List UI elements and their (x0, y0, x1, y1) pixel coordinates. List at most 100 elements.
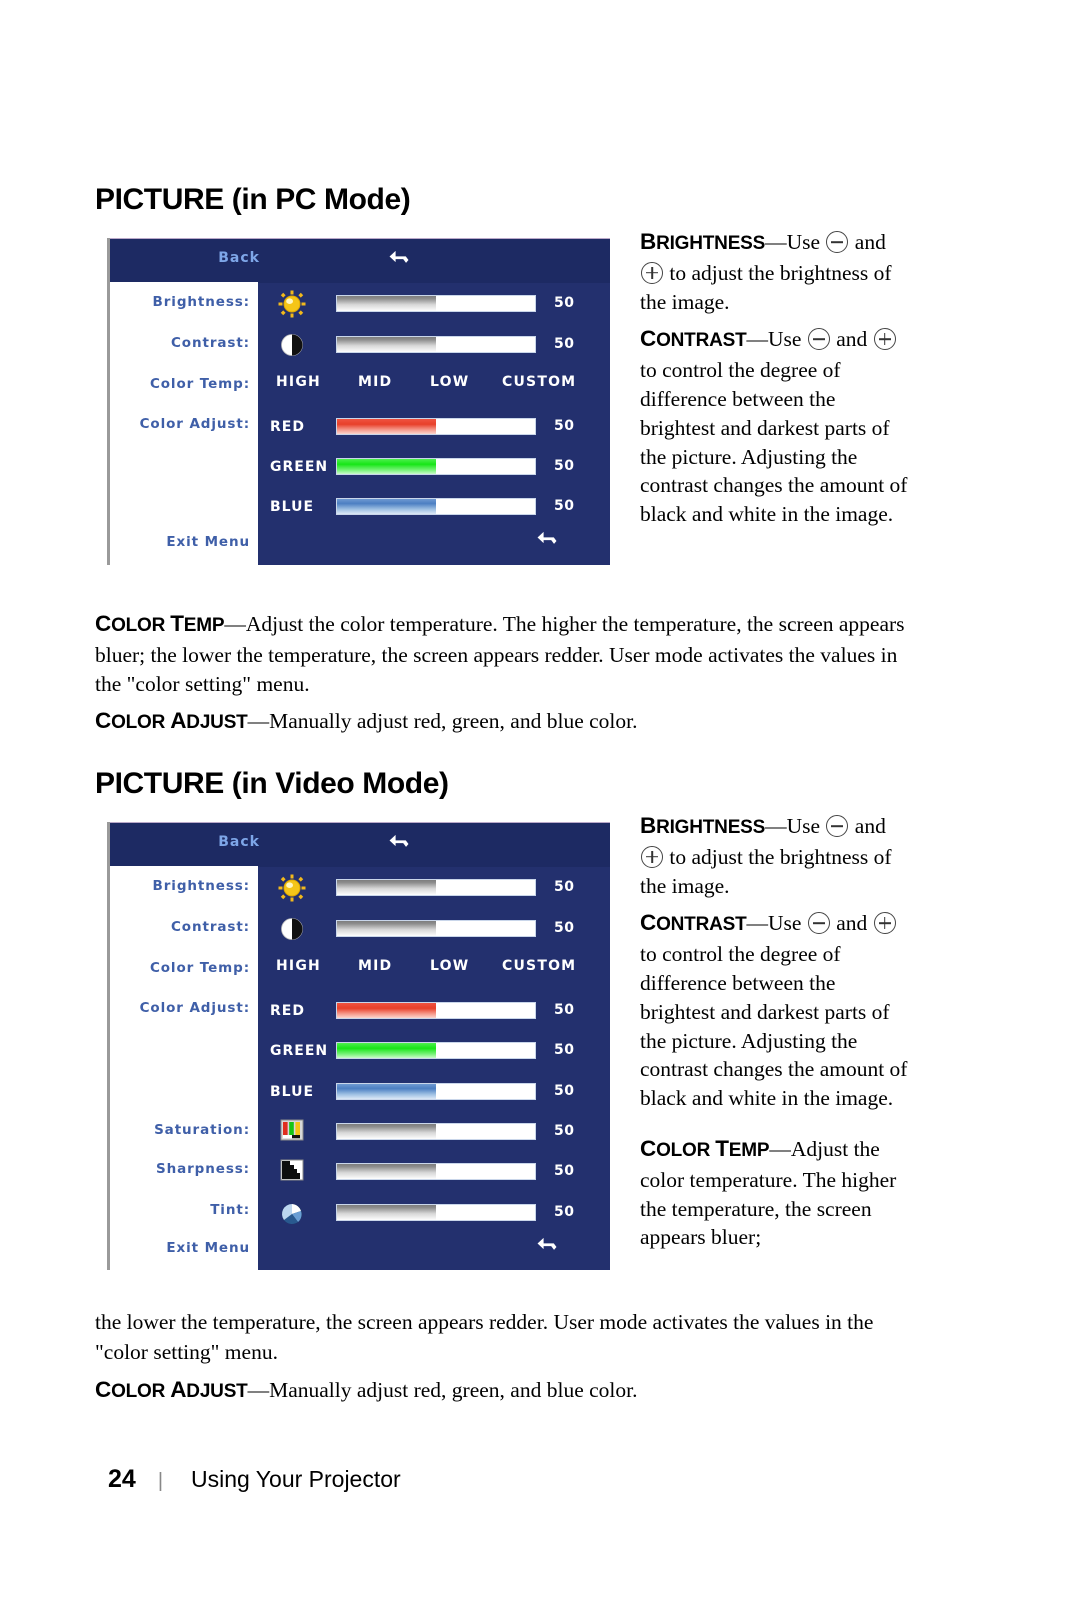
osd-color-temp-options[interactable]: HIGH MID LOW CUSTOM (258, 958, 610, 984)
color-temp-option-low[interactable]: LOW (430, 374, 469, 390)
contrast-text-b: and (830, 911, 873, 936)
osd-row-blue[interactable]: BLUE 50 (258, 490, 610, 524)
osd-row-tint[interactable]: 50 (258, 1196, 610, 1230)
slider-fill (337, 296, 436, 311)
osd-slider-brightness[interactable] (336, 879, 536, 896)
osd-row-red[interactable]: RED 50 (258, 410, 610, 444)
color-temp-option-high[interactable]: HIGH (276, 958, 321, 974)
color-bars-icon (278, 1118, 306, 1146)
color-temp-option-high[interactable]: HIGH (276, 374, 321, 390)
contrast-icon (278, 915, 306, 943)
osd-slider-blue[interactable] (336, 1083, 536, 1100)
color-temp-option-custom[interactable]: CUSTOM (502, 374, 576, 390)
channel-label-blue: BLUE (270, 1084, 315, 1100)
osd-label-sharpness: Sharpness: (155, 1161, 250, 1177)
osd-row-sharpness[interactable]: 50 (258, 1155, 610, 1189)
channel-label-red: RED (270, 1003, 305, 1019)
osd-back-label[interactable]: Back (110, 834, 260, 850)
osd-slider-green[interactable] (336, 458, 536, 475)
osd-value-green: 50 (554, 458, 575, 474)
osd-slider-saturation[interactable] (336, 1123, 536, 1140)
osd-color-temp-options[interactable]: HIGH MID LOW CUSTOM (258, 374, 610, 400)
page-title-picture-video-mode: PICTURE (in Video Mode) (95, 767, 449, 800)
osd-row-red[interactable]: RED 50 (258, 994, 610, 1028)
slider-fill (337, 419, 436, 434)
osd-exit-menu-label[interactable]: Exit Menu (110, 1240, 250, 1256)
osd-slider-contrast[interactable] (336, 920, 536, 937)
osd-label-tint: Tint: (210, 1202, 250, 1218)
osd-row-saturation[interactable]: 50 (258, 1115, 610, 1149)
osd-label-color-temp: Color Temp: (149, 960, 250, 976)
color-temp-option-low[interactable]: LOW (430, 958, 469, 974)
osd-exit-return-arrow-icon[interactable] (534, 528, 560, 552)
osd-label-brightness: Brightness: (152, 294, 250, 310)
plus-button-icon (641, 261, 663, 284)
contrast-text-a: Use (768, 911, 807, 936)
return-arrow-icon[interactable] (386, 831, 412, 855)
term-color-adjust: COLOR ADJUST (95, 708, 248, 733)
osd-value-red: 50 (554, 418, 575, 434)
channel-label-green: GREEN (270, 1043, 329, 1059)
osd-value-sharpness: 50 (554, 1163, 575, 1179)
plus-button-icon (873, 912, 896, 935)
slider-fill (337, 1124, 436, 1139)
footer-chapter-title: Using Your Projector (191, 1466, 401, 1492)
brightness-text-a: Use (786, 230, 826, 254)
osd-row-contrast[interactable]: 50 (258, 328, 610, 362)
paragraph-color-temp-video-continued: the lower the temperature, the screen ap… (95, 1308, 913, 1367)
paragraph-contrast: CONTRAST—Use and to control the degree o… (640, 910, 908, 1111)
osd-row-blue[interactable]: BLUE 50 (258, 1075, 610, 1109)
osd-value-blue: 50 (554, 1083, 575, 1099)
paragraph-brightness: BRIGHTNESS—Use and to adjust the brightn… (640, 229, 892, 314)
color-adjust-body: Manually adjust red, green, and blue col… (269, 709, 638, 733)
contrast-text-b: and (830, 327, 873, 352)
slider-fill (337, 459, 436, 474)
sun-icon (278, 290, 306, 318)
brightness-text-b: and (849, 814, 886, 838)
osd-slider-contrast[interactable] (336, 336, 536, 353)
osd-label-saturation: Saturation: (154, 1122, 250, 1138)
osd-slider-blue[interactable] (336, 498, 536, 515)
osd-slider-tint[interactable] (336, 1204, 536, 1221)
minus-button-icon (807, 328, 830, 351)
osd-menu-picture-pc: Back Brightness: Contrast: Color Temp: C… (107, 238, 610, 565)
sidebar-text-picture-video: BRIGHTNESS—Use and to adjust the brightn… (640, 812, 912, 1261)
color-temp-option-mid[interactable]: MID (358, 958, 392, 974)
channel-label-green: GREEN (270, 459, 329, 475)
osd-slider-red[interactable] (336, 1002, 536, 1019)
osd-row-contrast[interactable]: 50 (258, 912, 610, 946)
osd-exit-menu-label[interactable]: Exit Menu (110, 534, 250, 550)
osd-value-blue: 50 (554, 498, 575, 514)
color-adjust-body: Manually adjust red, green, and blue col… (269, 1378, 638, 1402)
osd-row-brightness[interactable]: 50 (258, 287, 610, 321)
osd-exit-return-arrow-icon[interactable] (534, 1234, 560, 1258)
contrast-text-c: to control the degree of difference betw… (640, 358, 908, 527)
slider-fill (337, 1205, 436, 1220)
color-temp-option-custom[interactable]: CUSTOM (502, 958, 576, 974)
osd-slider-sharpness[interactable] (336, 1163, 536, 1180)
footer-separator: | (157, 1470, 164, 1492)
osd-row-green[interactable]: GREEN 50 (258, 450, 610, 484)
slider-fill (337, 921, 436, 936)
brightness-text-b: and (849, 230, 886, 254)
osd-row-brightness[interactable]: 50 (258, 871, 610, 905)
osd-label-color-adjust: Color Adjust: (139, 1000, 250, 1016)
osd-slider-green[interactable] (336, 1042, 536, 1059)
osd-label-contrast: Contrast: (170, 335, 250, 351)
osd-back-label[interactable]: Back (110, 250, 260, 266)
channel-label-blue: BLUE (270, 499, 315, 515)
minus-button-icon (826, 231, 849, 253)
color-temp-option-mid[interactable]: MID (358, 374, 392, 390)
plus-button-icon (873, 328, 896, 351)
term-brightness: BRIGHTNESS (640, 229, 766, 254)
slider-fill (337, 1003, 436, 1018)
osd-value-green: 50 (554, 1042, 575, 1058)
osd-value-contrast: 50 (554, 920, 575, 936)
osd-value-saturation: 50 (554, 1123, 575, 1139)
osd-value-tint: 50 (554, 1204, 575, 1220)
osd-row-green[interactable]: GREEN 50 (258, 1034, 610, 1068)
osd-slider-red[interactable] (336, 418, 536, 435)
return-arrow-icon[interactable] (386, 247, 412, 271)
osd-slider-brightness[interactable] (336, 295, 536, 312)
footer-page-number: 24 (108, 1465, 136, 1493)
